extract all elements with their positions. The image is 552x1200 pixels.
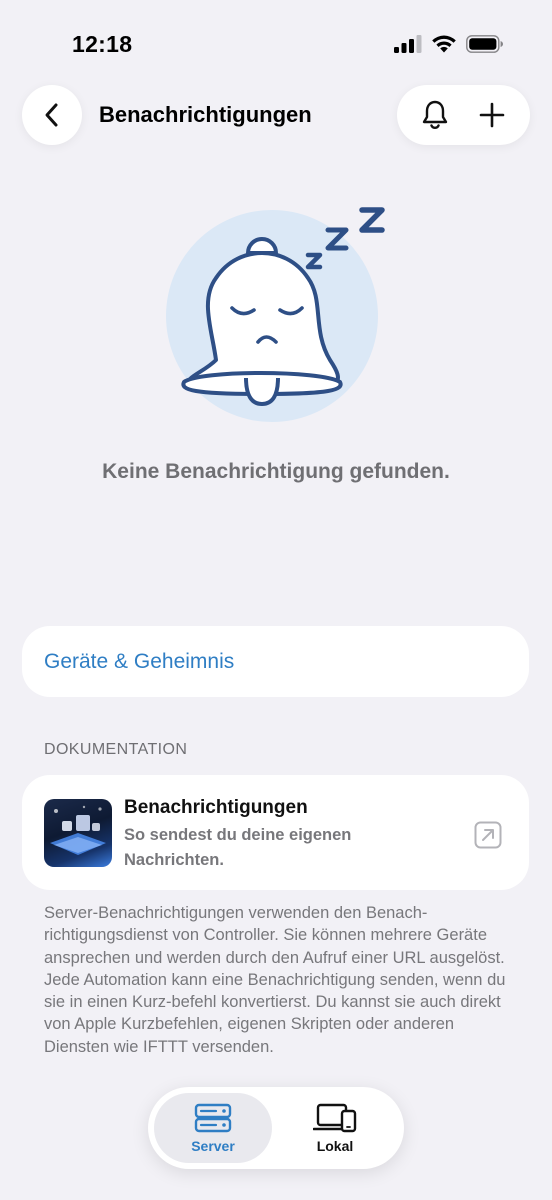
thumbnail-image — [50, 805, 106, 855]
plus-icon — [479, 102, 505, 128]
status-bar: 12:18 — [0, 0, 552, 80]
status-time: 12:18 — [72, 31, 133, 57]
bell-icon — [423, 100, 448, 129]
documentation-body: Server-Benachrichtigungen verwenden den … — [44, 904, 506, 1056]
devices-secret-link[interactable]: Geräte & Geheimnis — [44, 650, 234, 674]
sleeping-bell-icon — [166, 207, 385, 422]
page-title: Benachrichtigungen — [99, 102, 312, 127]
documentation-thumbnail — [44, 799, 112, 867]
tab-server[interactable]: Server — [154, 1093, 272, 1163]
documentation-subtitle: So sendest du deine eigenen Nachrichten. — [124, 826, 352, 869]
tab-lokal[interactable]: Lokal — [276, 1093, 394, 1163]
wifi-icon — [432, 35, 456, 53]
tab-server-label: Server — [191, 1137, 235, 1154]
external-link-icon[interactable] — [474, 821, 502, 849]
documentation-title: Benachrichtigungen — [124, 797, 308, 818]
empty-state-message: Keine Benachrichtigung gefunden. — [102, 460, 450, 483]
status-icons — [394, 34, 504, 53]
nav-actions — [397, 85, 530, 145]
notifications-button[interactable] — [411, 91, 459, 139]
documentation-header: DOKUMENTATION — [44, 741, 188, 758]
battery-icon — [466, 34, 503, 53]
documentation-card[interactable]: Benachrichtigungen So sendest du deine e… — [22, 775, 529, 890]
add-button[interactable] — [468, 91, 516, 139]
tab-lokal-label: Lokal — [316, 1137, 354, 1154]
devices-secret-row[interactable]: Geräte & Geheimnis — [22, 626, 529, 697]
chevron-left-icon — [45, 103, 58, 127]
back-button[interactable] — [22, 85, 82, 145]
signal-icon — [394, 34, 422, 53]
laptop-phone-icon — [313, 1103, 357, 1132]
server-icon — [194, 1103, 232, 1132]
tab-bar: Server Lokal — [148, 1087, 404, 1169]
